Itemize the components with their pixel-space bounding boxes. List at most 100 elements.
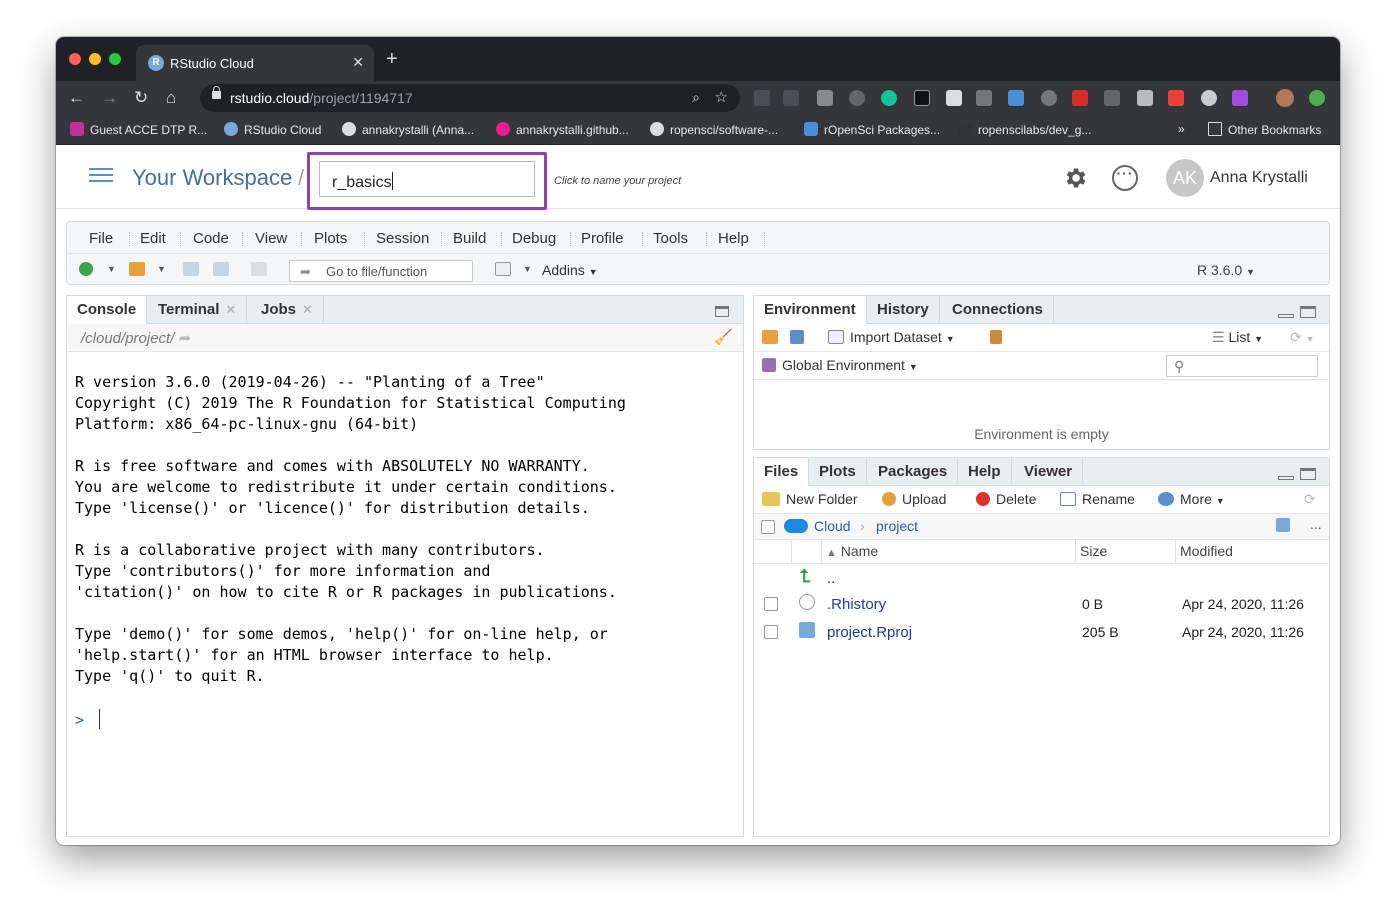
extension-reader-icon[interactable]	[946, 90, 962, 106]
minimize-pane-icon[interactable]	[1278, 476, 1294, 480]
table-row[interactable]: project.Rproj 205 B Apr 24, 2020, 11:26	[754, 618, 1329, 646]
console-prompt-line[interactable]: >	[75, 709, 101, 731]
restore-pane-icon[interactable]	[715, 306, 729, 317]
close-tab-icon[interactable]: ✕	[302, 302, 313, 317]
close-tab-icon[interactable]: ✕	[352, 54, 364, 71]
browser-tab-rstudio[interactable]: R RStudio Cloud ✕	[136, 45, 374, 81]
tab-history[interactable]: History	[867, 296, 940, 324]
rproj-shortcut-icon[interactable]	[1276, 517, 1296, 533]
gear-icon[interactable]	[1062, 165, 1088, 191]
profile-avatar-icon[interactable]	[1276, 89, 1294, 107]
parent-directory-link[interactable]: ..	[827, 570, 835, 587]
environment-search-input[interactable]: ⚲	[1166, 355, 1318, 377]
new-file-icon[interactable]	[79, 262, 93, 276]
working-directory[interactable]: /cloud/project/ ➦	[81, 329, 191, 347]
bookmark-item[interactable]: ropensci/software-...	[650, 122, 778, 137]
user-name[interactable]: Anna Krystalli	[1210, 169, 1308, 187]
r-version-menu[interactable]: R 3.6.0 ▼	[1197, 262, 1255, 278]
maximize-pane-icon[interactable]	[1300, 468, 1316, 480]
close-window-button[interactable]	[69, 53, 81, 65]
extension-google-icon[interactable]	[1041, 90, 1057, 106]
minimize-pane-icon[interactable]	[1278, 314, 1294, 318]
delete-button[interactable]: Delete	[976, 491, 1036, 507]
forward-button[interactable]: →	[101, 88, 118, 108]
more-button[interactable]: More ▼	[1158, 491, 1225, 507]
file-name-link[interactable]: .Rhistory	[827, 596, 886, 613]
reload-button[interactable]: ↻	[134, 88, 148, 108]
dropdown-arrow-icon[interactable]: ▼	[107, 264, 116, 278]
new-folder-button[interactable]: New Folder	[762, 491, 858, 507]
extension-lastpass-icon[interactable]	[1072, 90, 1088, 106]
menu-debug[interactable]: Debug	[512, 230, 556, 247]
breadcrumb-cloud[interactable]: Cloud	[784, 518, 851, 534]
bookmark-item[interactable]: Guest ACCE DTP R...	[70, 122, 207, 137]
tab-files[interactable]: Files	[754, 458, 810, 487]
tab-plots[interactable]: Plots	[809, 458, 867, 486]
extension-record-icon[interactable]	[1201, 90, 1217, 106]
tab-jobs[interactable]: Jobs ✕	[251, 296, 324, 324]
global-environment-dropdown[interactable]: Global Environment ▼	[762, 357, 918, 373]
table-row[interactable]: .Rhistory 0 B Apr 24, 2020, 11:26	[754, 590, 1329, 618]
column-size-header[interactable]: Size	[1076, 540, 1176, 564]
menu-edit[interactable]: Edit	[140, 230, 166, 247]
extension-grammarly-icon[interactable]	[881, 90, 897, 106]
menu-plots[interactable]: Plots	[314, 230, 347, 247]
clear-environment-button[interactable]	[990, 329, 1008, 345]
save-all-icon[interactable]	[213, 262, 229, 276]
tab-terminal[interactable]: Terminal ✕	[148, 296, 248, 324]
extension-bitwarden-icon[interactable]	[754, 90, 770, 106]
bookmark-item[interactable]: annakrystalli (Anna...	[342, 122, 474, 137]
new-tab-button[interactable]: +	[386, 49, 398, 69]
goto-file-function-input[interactable]: ➦ Go to file/function	[289, 260, 473, 282]
project-name-input[interactable]: r_basics	[319, 161, 535, 197]
save-icon[interactable]	[183, 262, 199, 276]
grid-layout-icon[interactable]	[495, 262, 511, 276]
menu-file[interactable]: File	[89, 230, 113, 247]
update-icon[interactable]	[1309, 90, 1325, 106]
save-workspace-button[interactable]	[790, 329, 810, 345]
select-all-checkbox[interactable]	[761, 520, 775, 534]
other-bookmarks[interactable]: Other Bookmarks	[1208, 122, 1321, 137]
menu-profile[interactable]: Profile	[581, 230, 624, 247]
tab-packages[interactable]: Packages	[868, 458, 959, 486]
tab-environment[interactable]: Environment	[754, 296, 867, 325]
menu-view[interactable]: View	[255, 230, 287, 247]
addins-menu[interactable]: Addins ▼	[542, 262, 598, 278]
dropdown-arrow-icon[interactable]: ▼	[523, 264, 532, 278]
column-modified-header[interactable]: Modified	[1176, 540, 1331, 564]
tab-viewer[interactable]: Viewer	[1014, 458, 1084, 486]
tab-connections[interactable]: Connections	[942, 296, 1054, 324]
address-bar[interactable]: rstudio.cloud/project/1194717 ⌕ ☆	[200, 84, 740, 112]
extension-m-icon[interactable]	[1137, 90, 1153, 106]
menu-code[interactable]: Code	[193, 230, 229, 247]
upload-button[interactable]: Upload	[882, 491, 946, 507]
maximize-pane-icon[interactable]	[1300, 306, 1316, 318]
user-avatar[interactable]: AK	[1166, 159, 1204, 197]
console-output[interactable]: R version 3.6.0 (2019-04-26) -- "Plantin…	[75, 372, 735, 687]
rename-button[interactable]: Rename	[1060, 491, 1135, 507]
bookmarks-overflow-button[interactable]: »	[1178, 122, 1185, 136]
menu-build[interactable]: Build	[453, 230, 486, 247]
bookmark-star-icon[interactable]: ☆	[715, 88, 728, 106]
more-path-button[interactable]: ...	[1310, 516, 1322, 532]
extension-pen-icon[interactable]	[1104, 90, 1120, 106]
bookmark-item[interactable]: annakrystalli.github...	[496, 122, 629, 137]
extension-hypothesis-icon[interactable]	[817, 90, 833, 106]
tab-console[interactable]: Console	[67, 296, 148, 325]
bookmark-item[interactable]: rOpenSci Packages...	[804, 122, 940, 137]
extension-gradient-icon[interactable]	[1232, 90, 1248, 106]
zoom-icon[interactable]: ⌕	[692, 89, 700, 106]
maximize-window-button[interactable]	[109, 53, 121, 65]
extension-dropbox-icon[interactable]	[783, 90, 799, 106]
workspace-title[interactable]: Your Workspace	[132, 165, 292, 191]
breadcrumb-project[interactable]: project	[876, 518, 918, 534]
extension-colors-icon[interactable]	[1168, 90, 1184, 106]
bookmark-item[interactable]: RStudio Cloud	[224, 122, 321, 137]
refresh-environment-button[interactable]: ⟳ ▼	[1290, 329, 1315, 346]
import-dataset-button[interactable]: Import Dataset ▼	[828, 329, 955, 345]
column-name-header[interactable]: ▲ Name	[822, 540, 1076, 564]
row-checkbox[interactable]	[764, 597, 778, 611]
extension-shield-icon[interactable]	[1008, 90, 1024, 106]
dropdown-arrow-icon[interactable]: ▼	[157, 264, 166, 278]
view-mode-dropdown[interactable]: ☰ List ▼	[1212, 329, 1263, 346]
